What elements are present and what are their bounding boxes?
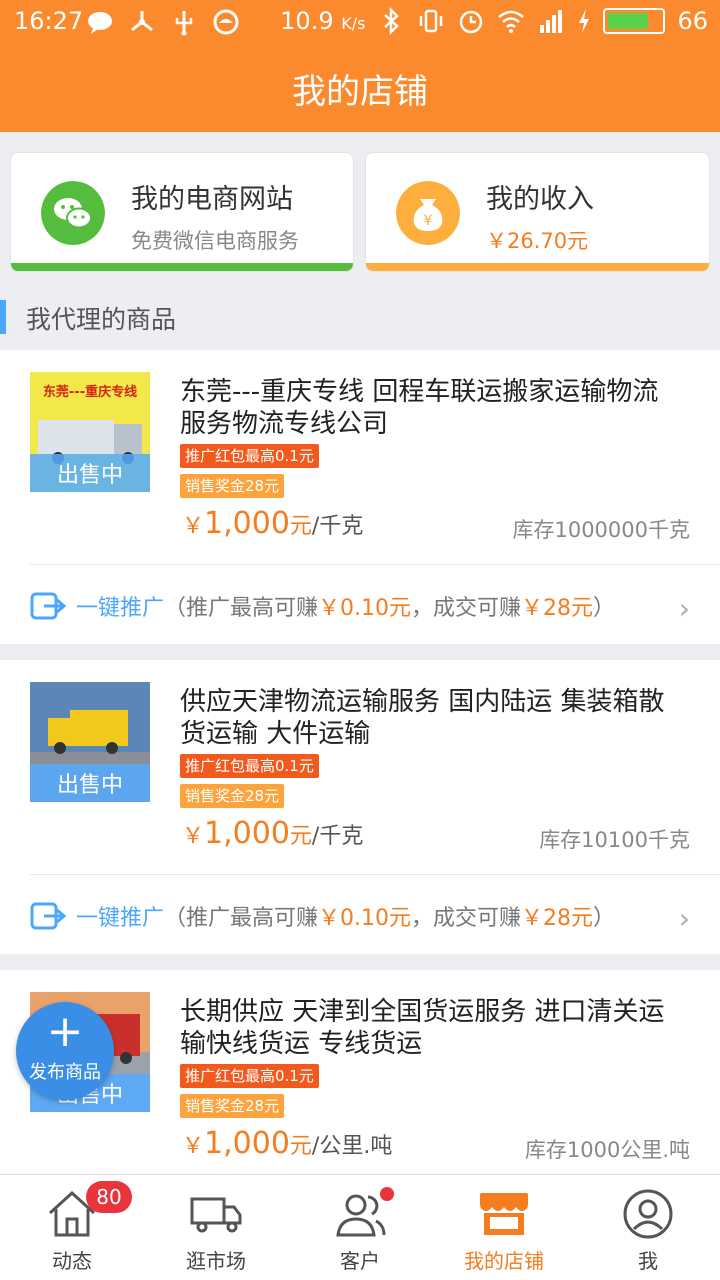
product-price: ￥1,000元/千克	[182, 506, 364, 541]
battery-level: 66	[677, 7, 708, 35]
publish-product-button[interactable]: + 发布商品	[16, 1002, 114, 1100]
truck-icon	[190, 1197, 242, 1233]
tab-dynamics[interactable]: 80 动态	[0, 1175, 144, 1280]
product-thumbnail: 东莞---重庆专线 出售中	[30, 372, 150, 492]
vibrate-icon	[420, 9, 443, 33]
thumb-caption: 东莞---重庆专线	[43, 384, 137, 400]
charging-icon	[579, 9, 590, 33]
section-marker	[0, 300, 6, 334]
one-click-promote-row[interactable]: 一键推广 （推广最高可赚 ￥0.10元 ，成交可赚 ￥28元 ） ›	[30, 886, 700, 946]
card-title: 我的收入	[486, 184, 594, 215]
divider	[30, 874, 720, 875]
card-subtitle: 免费微信电商服务	[131, 229, 299, 253]
redpacket-tag: 推广红包最高0.1元	[180, 754, 319, 778]
product-title[interactable]: 长期供应 天津到全国货运服务 进口清关运输快线货运 专线货运	[180, 996, 670, 1060]
product-card[interactable]: 东莞---重庆专线 出售中 东莞---重庆专线 回程车联运搬家运输物流服务物流专…	[0, 350, 720, 644]
product-thumbnail: 出售中	[30, 682, 150, 802]
chevron-right-icon: ›	[678, 902, 690, 935]
tab-label: 我的店铺	[464, 1249, 544, 1273]
fab-label: 发布商品	[29, 1062, 101, 1083]
tab-label: 我	[638, 1249, 658, 1273]
card-accent-bar	[11, 263, 353, 271]
bottom-tab-bar: 80 动态 逛市场 客户 我的店铺 我	[0, 1174, 720, 1280]
income-amount: ￥26.70元	[486, 229, 589, 253]
status-bar: 16:27 10.9 K/s 66	[0, 0, 720, 44]
promo-text: ）	[593, 596, 616, 621]
chevron-right-icon: ›	[678, 592, 690, 625]
redpacket-tag: 推广红包最高0.1元	[180, 1064, 319, 1088]
one-click-promote-row[interactable]: 一键推广 （推广最高可赚 ￥0.10元 ，成交可赚 ￥28元 ） ›	[30, 576, 700, 636]
promote-icon	[30, 902, 66, 930]
deal-amount: ￥28元	[521, 596, 594, 621]
status-right: 10.9 K/s 66	[280, 7, 708, 35]
promo-amount: ￥0.10元	[318, 596, 412, 621]
tab-label: 逛市场	[186, 1249, 246, 1273]
share-icon	[131, 11, 153, 32]
tab-my-store[interactable]: 我的店铺	[432, 1175, 576, 1280]
money-bag-icon: ¥	[396, 181, 460, 245]
unread-dot	[380, 1187, 394, 1201]
app-notification-icon	[213, 9, 239, 35]
tab-label: 客户	[340, 1249, 380, 1273]
deal-amount: ￥28元	[521, 906, 594, 931]
redpacket-tag: 推广红包最高0.1元	[180, 444, 319, 468]
page-title: 我的店铺	[292, 71, 428, 112]
plus-icon: +	[46, 1006, 84, 1057]
product-status: 出售中	[30, 454, 150, 492]
status-notification-icons	[86, 8, 240, 36]
chat-bubble-icon	[88, 12, 112, 34]
usb-icon	[175, 11, 193, 36]
tab-me[interactable]: 我	[576, 1175, 720, 1280]
product-price: ￥1,000元/千克	[182, 816, 364, 851]
notification-badge: 80	[86, 1181, 132, 1213]
product-price: ￥1,000元/公里.吨	[182, 1126, 393, 1161]
title-bar: 我的店铺	[0, 44, 720, 132]
card-title: 我的电商网站	[131, 184, 293, 215]
promo-amount: ￥0.10元	[318, 906, 412, 931]
card-accent-bar	[366, 263, 709, 271]
svg-text:¥: ¥	[424, 213, 433, 229]
bluetooth-icon	[384, 7, 400, 35]
promo-text: （推广最高可赚	[164, 596, 319, 621]
promo-text: ，成交可赚	[411, 906, 522, 931]
battery-icon	[603, 8, 666, 34]
tab-label: 动态	[52, 1249, 92, 1273]
tab-customers[interactable]: 客户	[288, 1175, 432, 1280]
network-speed: 10.9 K/s	[280, 7, 366, 35]
product-title[interactable]: 东莞---重庆专线 回程车联运搬家运输物流服务物流专线公司	[180, 376, 670, 440]
promo-text: ）	[593, 906, 616, 931]
product-card[interactable]: 出售中 供应天津物流运输服务 国内陆运 集装箱散货运输 大件运输 推广红包最高0…	[0, 660, 720, 954]
status-time: 16:27	[14, 7, 84, 35]
bonus-tag: 销售奖金28元	[180, 1094, 285, 1118]
section-title: 我代理的商品	[26, 305, 177, 334]
bonus-tag: 销售奖金28元	[180, 784, 285, 808]
tab-market[interactable]: 逛市场	[144, 1175, 288, 1280]
promo-text: ，成交可赚	[411, 596, 522, 621]
promote-icon	[30, 592, 66, 620]
store-icon	[480, 1193, 528, 1235]
my-ecommerce-site-card[interactable]: 我的电商网站 免费微信电商服务	[10, 152, 354, 272]
product-stock: 库存1000000千克	[512, 518, 690, 542]
promo-text: （推广最高可赚	[164, 906, 319, 931]
product-stock: 库存10100千克	[539, 828, 690, 852]
promote-label: 一键推广	[76, 596, 165, 621]
wifi-icon	[498, 10, 525, 33]
product-title[interactable]: 供应天津物流运输服务 国内陆运 集装箱散货运输 大件运输	[180, 686, 670, 750]
signal-icon	[540, 10, 563, 33]
bonus-tag: 销售奖金28元	[180, 474, 285, 498]
section-header: 我代理的商品	[0, 298, 720, 338]
profile-icon	[623, 1189, 673, 1239]
alarm-icon	[460, 10, 483, 34]
divider	[30, 564, 720, 565]
product-stock: 库存1000公里.吨	[524, 1138, 690, 1162]
wechat-icon	[41, 181, 105, 245]
product-status: 出售中	[30, 764, 150, 802]
promote-label: 一键推广	[76, 906, 165, 931]
my-income-card[interactable]: ¥ 我的收入 ￥26.70元	[365, 152, 710, 272]
